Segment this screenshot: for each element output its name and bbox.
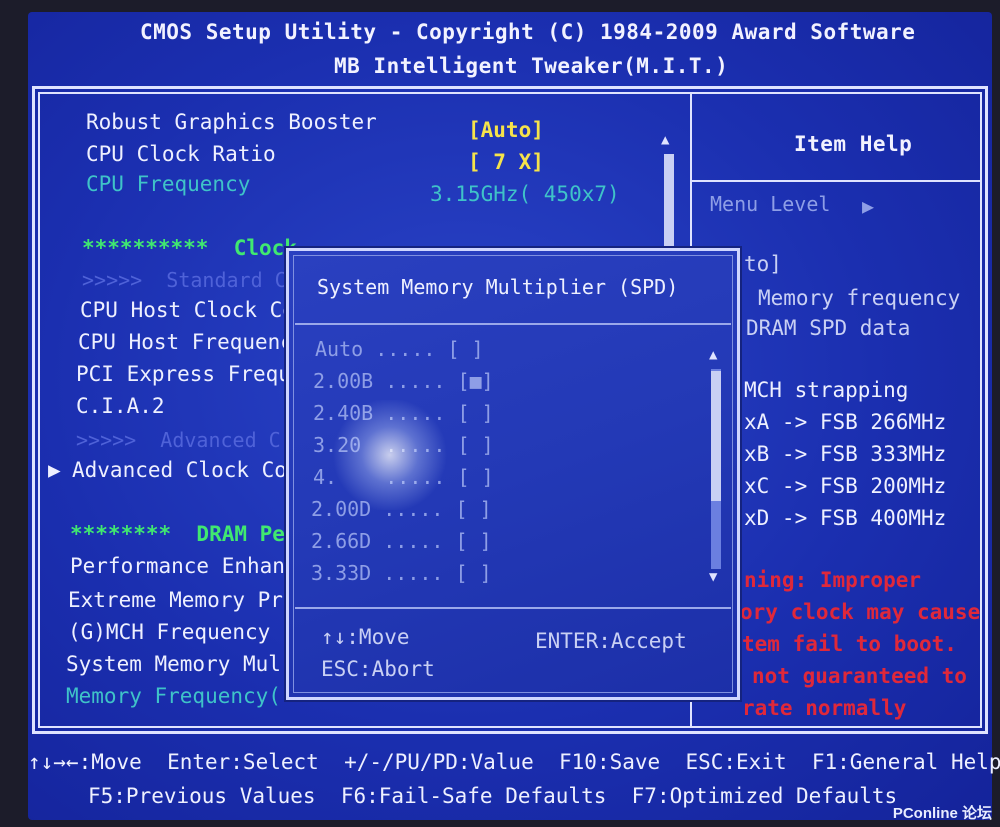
main-scrollbar-thumb[interactable] xyxy=(664,154,674,248)
sub-standard-clock: >>>>> Standard C xyxy=(82,268,287,292)
header-subtitle: MB Intelligent Tweaker(M.I.T.) xyxy=(334,54,729,78)
help-warning-3: tem fail to boot. xyxy=(742,632,957,656)
option-2-00d[interactable]: 2.00D ..... [ ] xyxy=(311,497,492,521)
option-2-66d[interactable]: 2.66D ..... [ ] xyxy=(311,529,492,553)
item-extreme-memory-profile[interactable]: Extreme Memory Pr xyxy=(68,588,283,612)
item-cpu-host-clock-control[interactable]: CPU Host Clock Co xyxy=(80,298,295,322)
item-pci-express-frequency[interactable]: PCI Express Frequ xyxy=(76,362,291,386)
section-clock-header: ********** Clock xyxy=(82,236,297,260)
help-line-8: xD -> FSB 400MHz xyxy=(744,506,947,530)
help-warning-4: not guaranteed to xyxy=(752,664,967,688)
footer-keys-row2: F5:Previous Values F6:Fail-Safe Defaults… xyxy=(88,784,898,808)
dialog-scrollbar-thumb[interactable] xyxy=(711,371,721,501)
item-cpu-frequency: CPU Frequency xyxy=(86,172,251,196)
option-3-33d[interactable]: 3.33D ..... [ ] xyxy=(311,561,492,585)
dialog-hint-move: ↑↓:Move xyxy=(321,625,410,649)
submenu-arrow-icon: ▶ xyxy=(48,458,61,482)
footer-keys-row1: ↑↓→←:Move Enter:Select +/-/PU/PD:Value F… xyxy=(28,750,1000,774)
watermark: PConline 论坛 xyxy=(892,805,992,822)
item-memory-frequency: Memory Frequency( xyxy=(66,684,281,708)
dialog-title-divider xyxy=(295,323,731,325)
item-performance-enhance[interactable]: Performance Enhan xyxy=(70,554,285,578)
option-3-20[interactable]: 3.20 ..... [ ] xyxy=(313,433,494,457)
item-cpu-clock-ratio[interactable]: CPU Clock Ratio xyxy=(86,142,276,166)
option-auto[interactable]: Auto ..... [ ] xyxy=(315,337,484,361)
item-system-memory-multiplier[interactable]: System Memory Mul xyxy=(66,652,281,676)
value-robust-graphics-booster[interactable]: [Auto] xyxy=(468,118,544,142)
dialog-hint-abort: ESC:Abort xyxy=(321,657,435,681)
help-line-7: xC -> FSB 200MHz xyxy=(744,474,947,498)
help-line-3: DRAM SPD data xyxy=(746,316,911,340)
dialog-title: System Memory Multiplier (SPD) xyxy=(317,275,679,299)
value-cpu-clock-ratio[interactable]: [ 7 X] xyxy=(468,150,544,174)
main-scroll-up-icon[interactable]: ▲ xyxy=(661,132,669,148)
option-2-00b[interactable]: 2.00B ..... [■] xyxy=(313,369,494,393)
dialog-scroll-down-icon[interactable]: ▼ xyxy=(709,569,717,585)
menu-level-arrow-icon: ▶ xyxy=(862,194,875,218)
help-title: Item Help xyxy=(794,132,913,156)
header-title: CMOS Setup Utility - Copyright (C) 1984-… xyxy=(140,20,916,44)
item-cia2[interactable]: C.I.A.2 xyxy=(76,394,165,418)
section-dram-header: ******** DRAM Per xyxy=(70,522,298,546)
help-warning-5: rate normally xyxy=(742,696,907,720)
memory-multiplier-dialog[interactable]: System Memory Multiplier (SPD) Auto ....… xyxy=(286,248,740,700)
item-gmch-frequency[interactable]: (G)MCH Frequency xyxy=(68,620,270,644)
option-2-40b[interactable]: 2.40B ..... [ ] xyxy=(313,401,494,425)
item-robust-graphics-booster[interactable]: Robust Graphics Booster xyxy=(86,110,377,134)
option-4[interactable]: 4. ..... [ ] xyxy=(313,465,494,489)
dialog-hint-accept: ENTER:Accept xyxy=(535,629,687,653)
item-advanced-clock-control[interactable]: Advanced Clock Co xyxy=(72,458,287,482)
value-cpu-frequency: 3.15GHz( 450x7) xyxy=(430,182,620,206)
help-line-2: Memory frequency xyxy=(758,286,961,310)
sub-advanced-clock: >>>>> Advanced C xyxy=(76,428,281,452)
help-line-5: xA -> FSB 266MHz xyxy=(744,410,947,434)
help-line-4: MCH strapping xyxy=(744,378,909,402)
dialog-scroll-up-icon[interactable]: ▲ xyxy=(709,347,717,363)
help-warning-1: ning: Improper xyxy=(744,568,922,592)
help-menu-level: Menu Level xyxy=(710,192,831,216)
dialog-hint-divider xyxy=(295,607,731,609)
item-cpu-host-frequency[interactable]: CPU Host Frequenc xyxy=(78,330,293,354)
help-line-1: to] xyxy=(744,252,782,276)
help-warning-2: ory clock may cause xyxy=(740,600,981,624)
help-title-divider xyxy=(692,180,980,182)
help-line-6: xB -> FSB 333MHz xyxy=(744,442,947,466)
